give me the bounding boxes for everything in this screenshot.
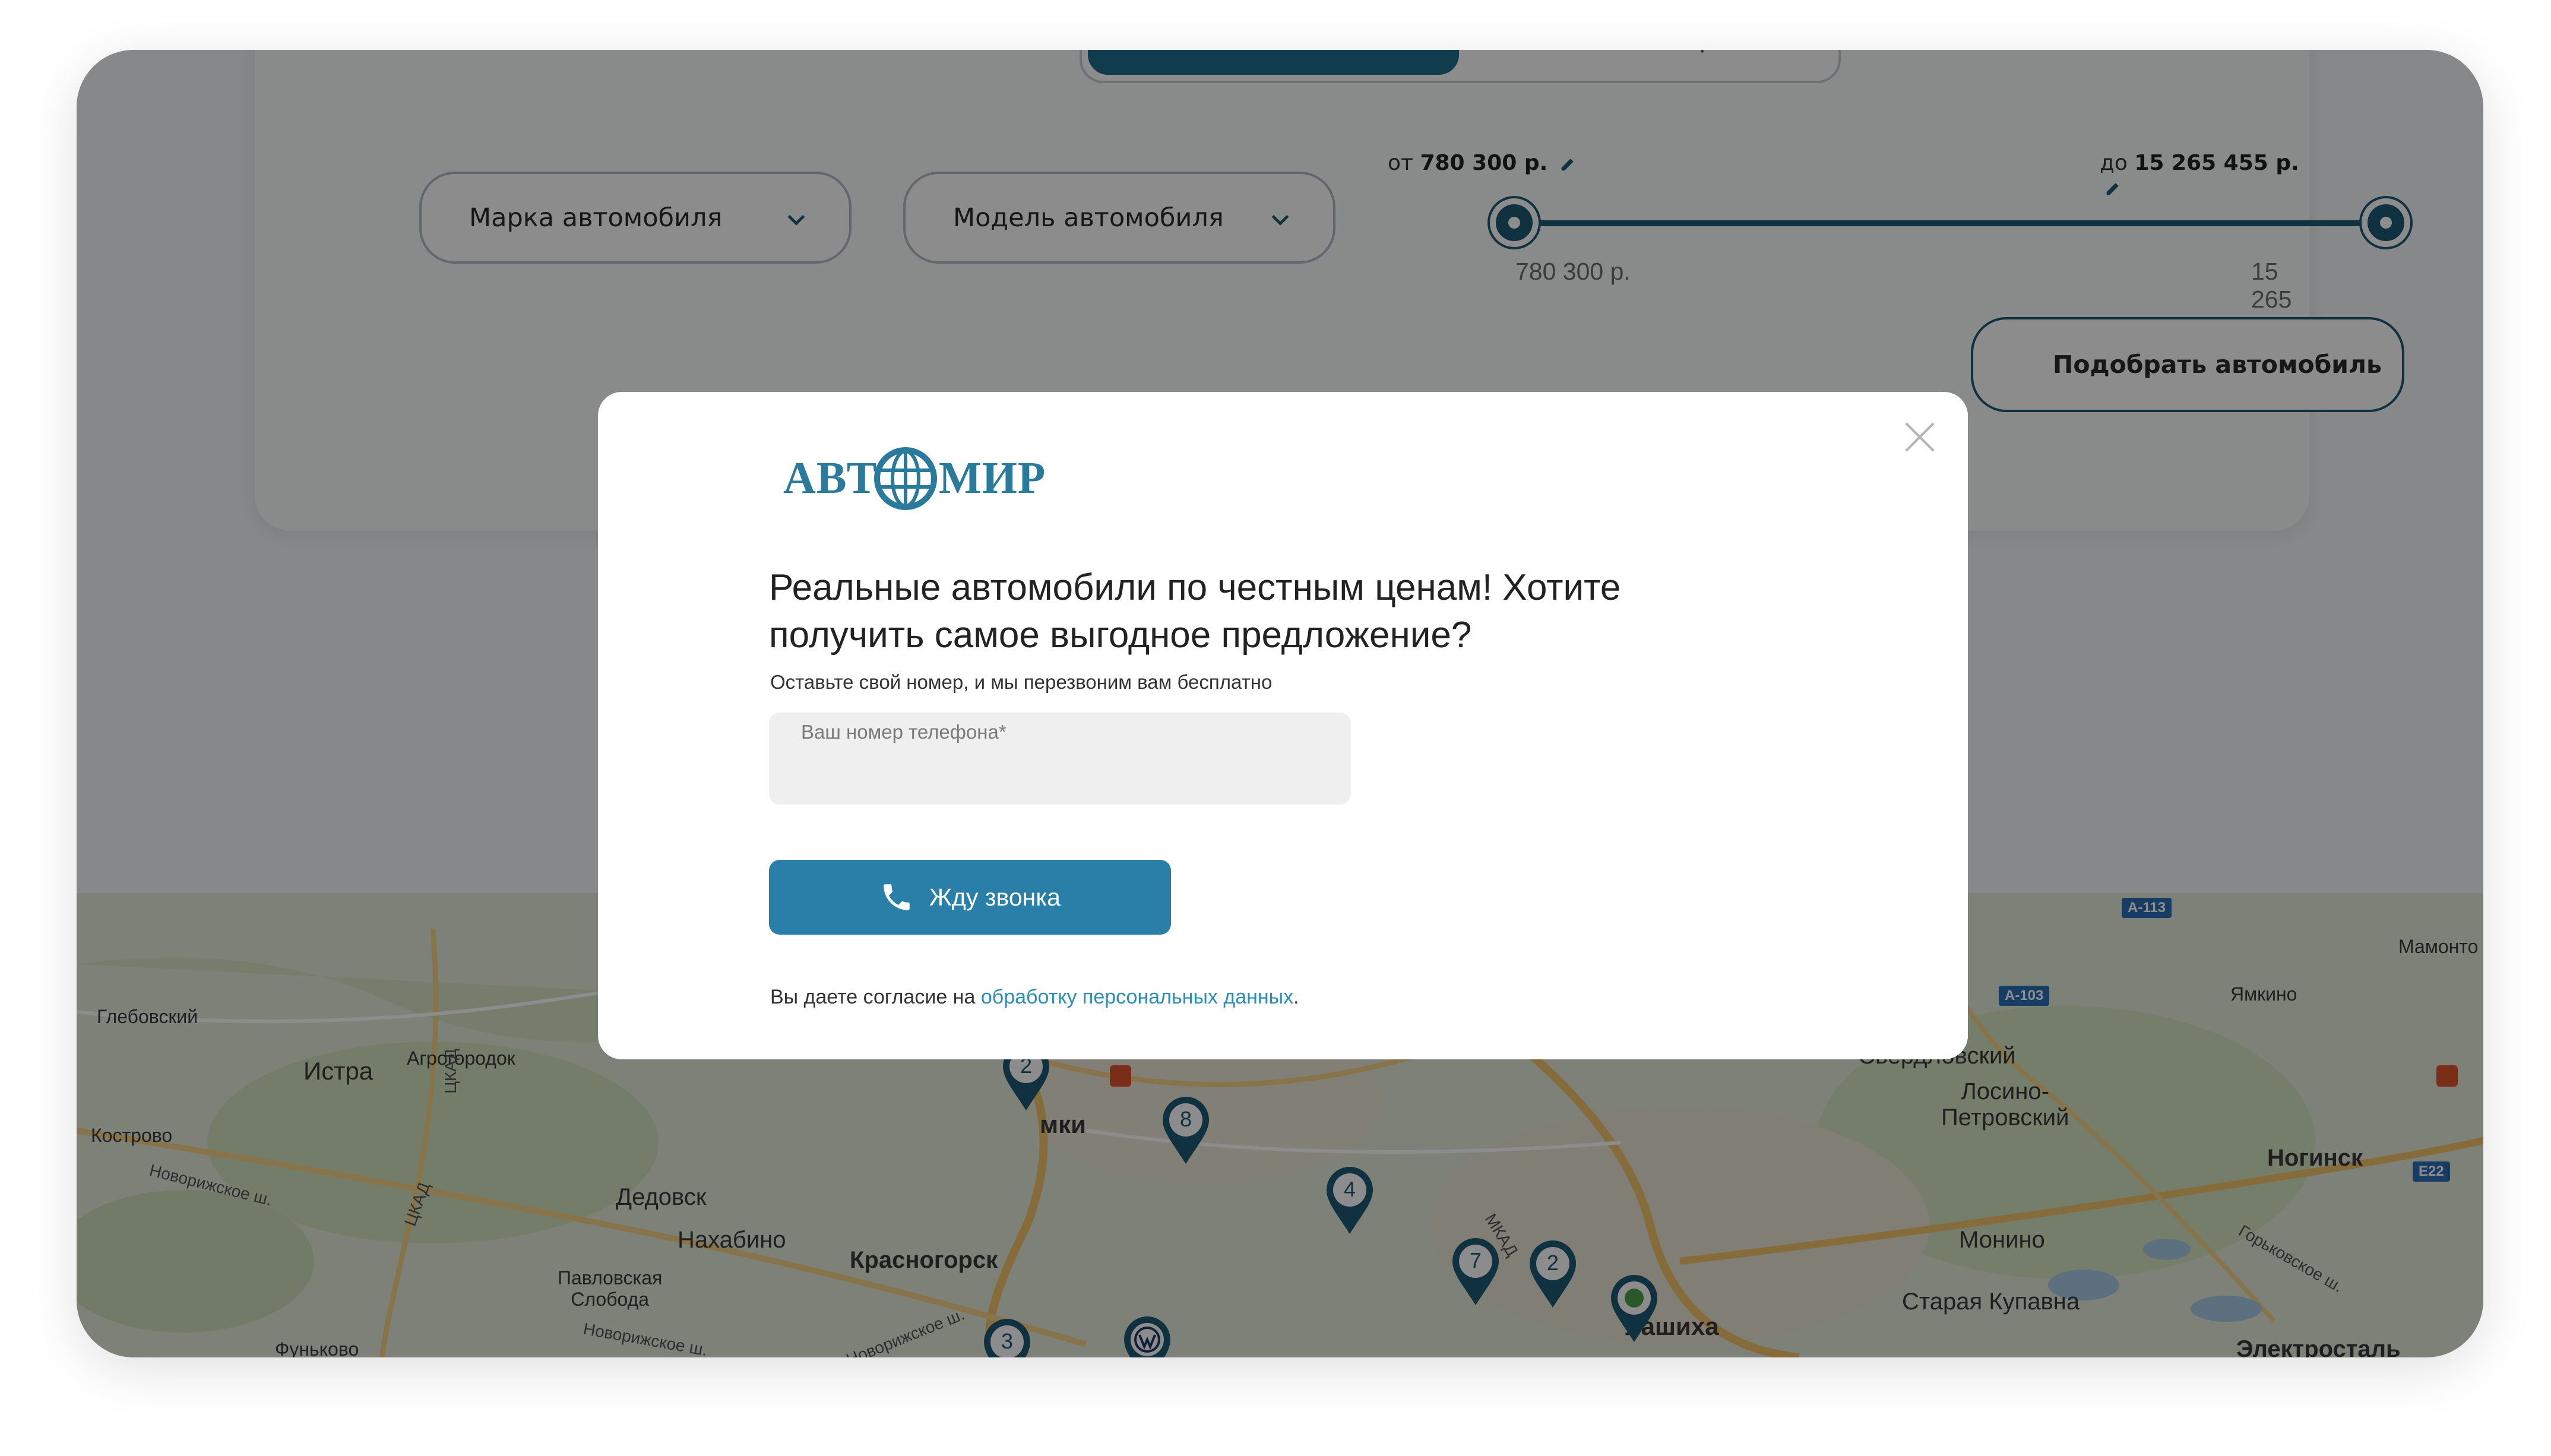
modal-subtitle: Оставьте свой номер, и мы перезвоним вам… (770, 671, 1273, 693)
privacy-link[interactable]: обработку персональных данных (981, 986, 1293, 1008)
avtomir-logo: АВТ МИР (783, 443, 1045, 510)
close-icon[interactable] (1901, 419, 1938, 455)
phone-input-placeholder: Ваш номер телефона* (801, 721, 1007, 743)
callback-modal: АВТ МИР Реальные автомобили по честным ц… (598, 392, 1968, 1059)
phone-icon (884, 884, 910, 910)
phone-input[interactable]: Ваш номер телефона* (769, 713, 1351, 805)
request-call-button[interactable]: Жду звонка (769, 860, 1171, 935)
request-call-label: Жду звонка (929, 883, 1061, 911)
consent-suffix: . (1293, 986, 1299, 1008)
logo-text-left: АВТ (783, 453, 878, 503)
consent-text: Вы даете согласие на обработку персональ… (770, 986, 1299, 1009)
globe-icon (874, 447, 937, 510)
app-frame: Новые автомобили Автомобили с пробегом М… (77, 50, 2483, 1357)
modal-title: Реальные автомобили по честным ценам! Хо… (769, 567, 1621, 656)
logo-text-right: МИР (939, 453, 1046, 503)
consent-prefix: Вы даете согласие на (770, 986, 981, 1008)
